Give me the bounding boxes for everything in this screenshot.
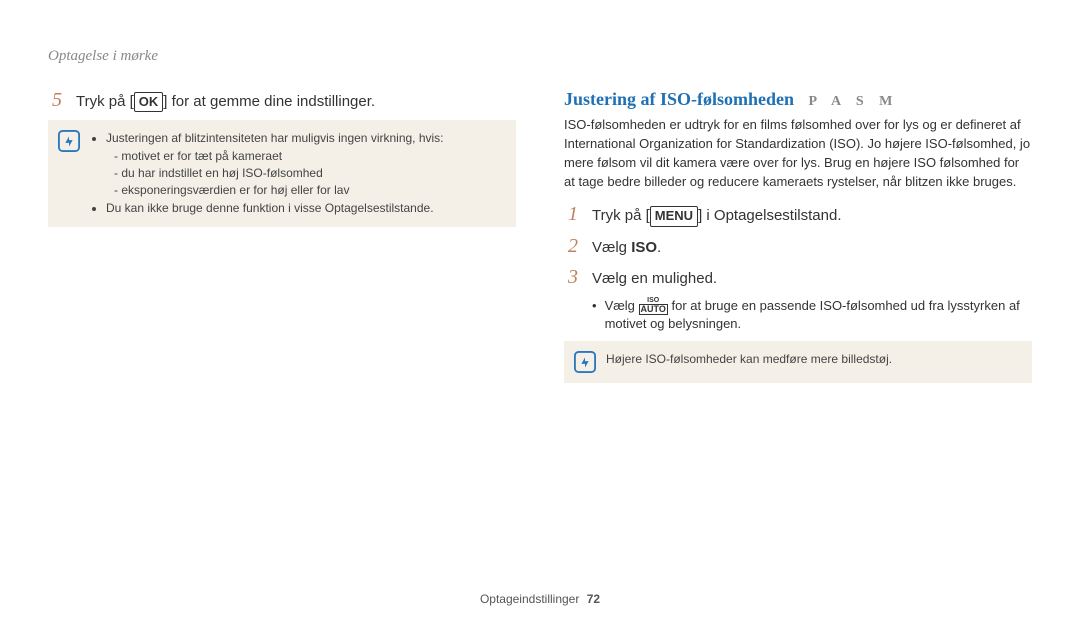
step-number: 2: [564, 235, 582, 258]
step-text: Tryk på [OK] for at gemme dine indstilli…: [76, 91, 516, 112]
footer-label: Optageindstillinger: [480, 592, 579, 606]
note-sub-item: eksponeringsværdien er for høj eller for…: [114, 182, 444, 199]
bullet-pre: Vælg: [605, 298, 639, 313]
step-5: 5 Tryk på [OK] for at gemme dine indstil…: [48, 89, 516, 112]
step-3-bullet: Vælg ISOAUTO for at bruge en passende IS…: [564, 297, 1032, 334]
note-sub-item: motivet er for tæt på kameraet: [114, 148, 444, 165]
note-sublist: motivet er for tæt på kameraet du har in…: [106, 148, 444, 200]
step-text-bold: ISO: [631, 239, 657, 256]
step-text-post: ] for at gemme dine indstillinger.: [163, 93, 375, 110]
note-intro: Justeringen af blitzintensiteten har mul…: [106, 131, 444, 145]
note-sub-item: du har indstillet en høj ISO-følsomhed: [114, 165, 444, 182]
step-text-pre: Vælg: [592, 239, 631, 256]
step-3: 3 Vælg en mulighed.: [564, 266, 1032, 289]
page-footer: Optageindstillinger 72: [0, 592, 1080, 606]
page-number: 72: [587, 592, 600, 606]
info-icon: [574, 351, 596, 373]
note-line2: Du kan ikke bruge denne funktion i visse…: [106, 200, 444, 217]
ok-key-icon: OK: [134, 92, 164, 112]
step-number: 3: [564, 266, 582, 289]
step-number: 5: [48, 89, 66, 112]
intro-paragraph: ISO-følsomheden er udtryk for en films f…: [564, 116, 1032, 191]
left-column: 5 Tryk på [OK] for at gemme dine indstil…: [48, 89, 516, 383]
step-text-pre: Tryk på [: [592, 207, 650, 224]
note-body: Højere ISO-følsomheder kan medføre mere …: [606, 351, 892, 368]
step-text: Tryk på [MENU] i Optagelsestilstand.: [592, 205, 1032, 226]
section-heading-row: Justering af ISO-følsomheden P A S M: [564, 89, 1032, 110]
step-2: 2 Vælg ISO.: [564, 235, 1032, 258]
note-box-iso: Højere ISO-følsomheder kan medføre mere …: [564, 341, 1032, 383]
info-icon: [58, 130, 80, 152]
step-text: Vælg en mulighed.: [592, 268, 1032, 289]
content-columns: 5 Tryk på [OK] for at gemme dine indstil…: [48, 89, 1032, 383]
section-title: Justering af ISO-følsomheden: [564, 89, 794, 110]
page-header: Optagelse i mørke: [48, 48, 1032, 65]
step-text: Vælg ISO.: [592, 237, 1032, 258]
step-text-pre: Tryk på [: [76, 93, 134, 110]
step-1: 1 Tryk på [MENU] i Optagelsestilstand.: [564, 203, 1032, 226]
step-text-post: ] i Optagelsestilstand.: [698, 207, 841, 224]
right-column: Justering af ISO-følsomheden P A S M ISO…: [564, 89, 1032, 383]
menu-key-icon: MENU: [650, 206, 698, 226]
iso-auto-icon: ISOAUTO: [639, 297, 668, 315]
step-text-post: .: [657, 239, 661, 256]
step-number: 1: [564, 203, 582, 226]
note-body: Justeringen af blitzintensiteten har mul…: [90, 130, 444, 217]
mode-indicator: P A S M: [808, 94, 898, 109]
note-box-flash: Justeringen af blitzintensiteten har mul…: [48, 120, 516, 227]
